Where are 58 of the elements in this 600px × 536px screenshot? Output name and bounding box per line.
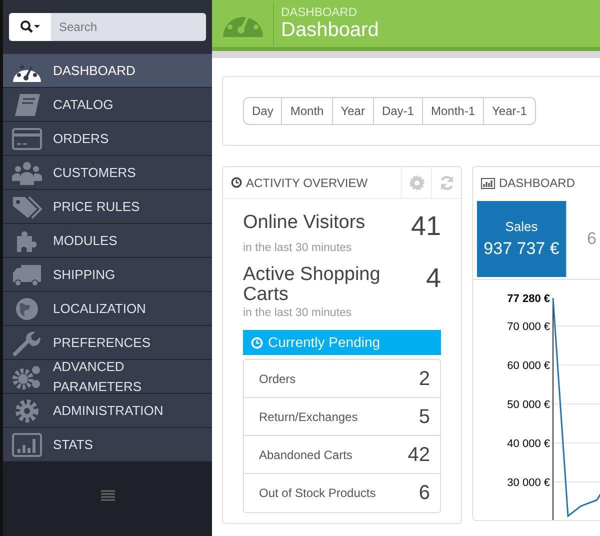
users-icon xyxy=(11,160,43,186)
pending-title: Currently Pending xyxy=(268,333,380,352)
sidebar-item[interactable]: STATS xyxy=(3,428,212,462)
pending-row[interactable]: Return/Exchanges 5 xyxy=(244,398,440,436)
metric-value: 4 xyxy=(426,265,441,296)
menu-icon[interactable] xyxy=(100,490,114,501)
gears-icon xyxy=(11,364,43,390)
axis-label: 60 000 € xyxy=(507,360,550,372)
pending-row[interactable]: Out of Stock Products 6 xyxy=(244,474,440,512)
sidebar-item[interactable]: LOCALIZATION xyxy=(3,292,212,326)
refresh-icon[interactable] xyxy=(438,174,454,190)
sidebar-item[interactable]: ORDERS xyxy=(3,122,212,156)
kpi-value: 937 737 € xyxy=(484,238,560,260)
axis-label: 77 280 € xyxy=(507,293,550,305)
period-button[interactable]: Year-1 xyxy=(483,97,536,125)
card-title: ACTIVITY OVERVIEW xyxy=(246,174,368,192)
axis-label: 50 000 € xyxy=(507,399,550,411)
page-title: Dashboard xyxy=(281,19,379,42)
metric-value: 41 xyxy=(410,213,441,240)
search-field[interactable]: Search xyxy=(51,13,206,41)
search-icon xyxy=(20,20,40,34)
kpi-label: Sales xyxy=(505,218,538,236)
period-button[interactable]: Year xyxy=(332,97,374,125)
pending-row[interactable]: Abandoned Carts 42 xyxy=(244,436,440,474)
sidebar-item[interactable]: DASHBOARD xyxy=(3,54,212,88)
breadcrumb: DASHBOARD xyxy=(281,6,358,20)
clock-icon xyxy=(251,336,263,349)
period-button[interactable]: Day-1 xyxy=(372,97,423,125)
sidebar-item[interactable]: MODULES xyxy=(3,224,212,258)
bar-chart-icon xyxy=(11,432,43,458)
metric-note: in the last 30 minutes xyxy=(243,241,353,256)
axis-label: 40 000 € xyxy=(507,438,550,450)
sidebar-item[interactable]: PRICE RULES xyxy=(3,190,212,224)
clock-icon xyxy=(231,177,242,188)
sidebar-item[interactable]: CUSTOMERS xyxy=(3,156,212,190)
bar-chart-icon xyxy=(481,178,495,188)
sidebar-item[interactable]: SHIPPING xyxy=(3,258,212,292)
settings-icon[interactable] xyxy=(408,174,424,190)
period-button[interactable]: Month xyxy=(281,97,333,125)
credit-card-icon xyxy=(11,126,43,152)
metric-note: in the last 30 minutes xyxy=(243,306,353,322)
period-button[interactable]: Day xyxy=(243,97,282,125)
sidebar-item[interactable]: ADMINISTRATION xyxy=(3,394,212,428)
sidebar-item[interactable]: PREFERENCES xyxy=(3,326,212,360)
search-menu-button[interactable] xyxy=(9,13,51,41)
kpi-value: 6 xyxy=(587,228,596,250)
sidebar-item[interactable]: ADVANCED PARAMETERS xyxy=(3,360,212,394)
tag-icon xyxy=(11,194,43,220)
metric-label: Online Visitors xyxy=(243,213,366,235)
card-title: DASHBOARD xyxy=(499,175,576,192)
wrench-icon xyxy=(11,330,43,356)
pending-row[interactable]: Orders 2 xyxy=(244,360,440,398)
axis-label: 70 000 € xyxy=(507,321,550,333)
kpi-tile[interactable]: Sales 937 737 € xyxy=(477,201,567,277)
period-button[interactable]: Month-1 xyxy=(422,97,484,125)
sidebar-item[interactable]: CATALOG xyxy=(3,88,212,122)
metric-label: Active Shopping Carts xyxy=(243,265,382,306)
axis-label: 30 000 € xyxy=(507,477,550,489)
